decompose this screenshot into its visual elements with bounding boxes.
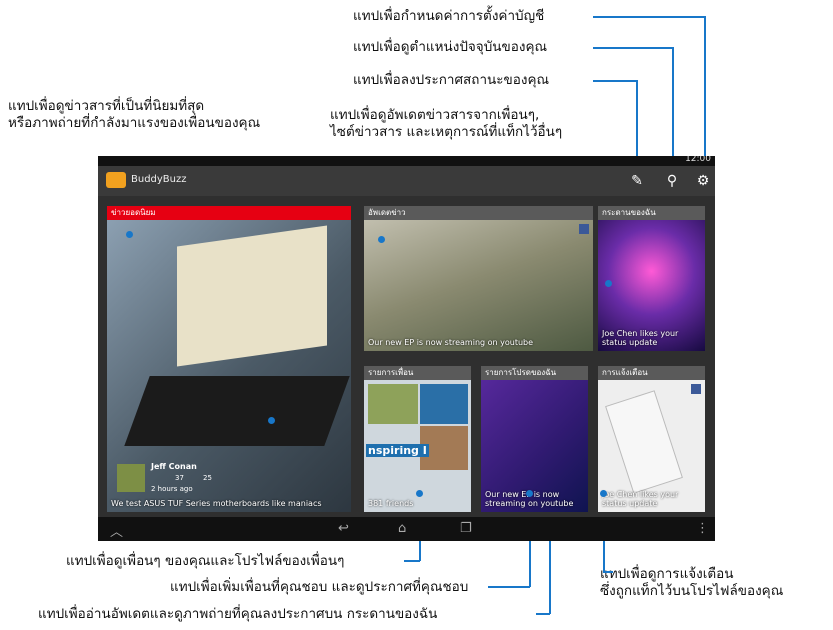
leader-notif-h [603, 571, 613, 573]
callout-updates-line1: แทปเพื่อดูอัพเดตข่าวสารจากเพื่อนๆ, [330, 107, 540, 123]
tile-popular-news[interactable]: ข่าวยอดนิยม Jeff Conan 37 25 2 hours ago… [107, 206, 351, 512]
laptop-keyboard [124, 376, 350, 446]
tile-notifications[interactable]: การแจ้งเตือน Joe Chen likes your status … [598, 366, 705, 512]
status-time: 12:00 [685, 156, 711, 164]
settings-button[interactable]: ⚙ [694, 172, 712, 190]
callout-popular-line2: หรือภาพถ่ายที่กำลังมาแรงของเพื่อนของคุณ [8, 115, 261, 131]
post-likes: 37 [175, 474, 184, 482]
friend-photo-logo [420, 384, 468, 424]
callout-popular: แทปเพื่อดูข่าวสารที่เป็นที่นิยมที่สุด หร… [8, 98, 260, 132]
menu-icon[interactable]: ⋮ [696, 521, 709, 536]
leader-settings-h [593, 16, 705, 18]
leader-friends-h [404, 560, 420, 562]
leader-status-h [593, 80, 637, 82]
callout-notifications-line2: ซึ่งถูกแท็กไว้บนโปรไฟล์ของคุณ [600, 583, 784, 599]
callout-friends-list: แทปเพื่อดูเพื่อนๆ ของคุณและโปรไฟล์ของเพื… [66, 553, 345, 569]
tile-popular-caption: We test ASUS TUF Series motherboards lik… [111, 499, 322, 508]
callout-favorites: แทปเพื่อเพิ่มเพื่อนที่คุณชอบ และดูประกาศ… [170, 579, 469, 595]
recent-apps-icon[interactable]: ❐ [460, 521, 472, 536]
location-button[interactable]: ⚲ [663, 172, 681, 190]
post-comments: 25 [203, 474, 212, 482]
tile-board-caption: Joe Chen likes your status update [602, 329, 679, 347]
callout-location: แทปเพื่อดูตำแหน่งปัจจุบันของคุณ [353, 39, 547, 55]
tile-notifications-header: การแจ้งเตือน [598, 366, 705, 380]
tile-notifications-caption: Joe Chen likes your status update [602, 490, 679, 508]
leader-location-v [672, 47, 674, 167]
callout-post-status: แทปเพื่อลงประกาศสถานะของคุณ [353, 72, 550, 88]
tile-my-board[interactable]: กระดานของฉัน Joe Chen likes your status … [598, 206, 705, 351]
tile-popular-header: ข่าวยอดนิยม [107, 206, 351, 220]
marker-updates [378, 236, 385, 243]
marker-notifications [600, 490, 607, 497]
marker-popular [126, 231, 133, 238]
phone-photo [605, 390, 683, 494]
friends-count: 381 friends [368, 499, 414, 508]
app-logo-icon [106, 172, 126, 188]
marker-board [605, 280, 612, 287]
tile-favorites[interactable]: รายการโปรดของฉัน Our new EP is now strea… [481, 366, 588, 512]
post-status-button[interactable]: ✎ [628, 172, 646, 190]
leader-settings-v [704, 16, 706, 168]
tile-favorites-header: รายการโปรดของฉัน [481, 366, 588, 380]
facebook-icon [691, 384, 701, 394]
status-bar: 12:00 [98, 156, 715, 166]
marker-favorites [526, 490, 533, 497]
callout-notifications-line1: แทปเพื่อดูการแจ้งเตือน [600, 566, 734, 582]
leader-location-h [593, 47, 673, 49]
tile-updates-header: อัพเดตข่าว [364, 206, 593, 220]
post-time: 2 hours ago [151, 485, 193, 493]
tile-favorites-caption: Our new EP is now streaming on youtube [485, 490, 574, 508]
tablet-screen: 12:00 BuddyBuzz ✎ ⚲ ⚙ ข่าวยอดนิยม Jeff C… [98, 156, 715, 541]
back-icon[interactable]: ↩ [338, 521, 349, 536]
avatar [117, 464, 145, 492]
facebook-icon [579, 224, 589, 234]
post-author: Jeff Conan [151, 462, 197, 471]
laptop-screen [177, 225, 327, 367]
nav-bar: ︿ ↩ ⌂ ❐ ⋮ [98, 517, 715, 541]
callout-account-settings: แทปเพื่อกำหนดค่าการตั้งค่าบัญชี [353, 8, 545, 24]
friends-banner: nspiring I [366, 444, 429, 457]
action-bar: BuddyBuzz ✎ ⚲ ⚙ [98, 166, 715, 196]
leader-favorites-h [488, 586, 530, 588]
up-arrow-icon[interactable]: ︿ [110, 521, 123, 540]
callout-popular-line1: แทปเพื่อดูข่าวสารที่เป็นที่นิยมที่สุด [8, 98, 205, 114]
leader-board-h [536, 613, 550, 615]
leader-status-v [636, 80, 638, 168]
tile-board-header: กระดานของฉัน [598, 206, 705, 220]
home-icon[interactable]: ⌂ [398, 521, 406, 536]
callout-notifications: แทปเพื่อดูการแจ้งเตือน ซึ่งถูกแท็กไว้บนโ… [600, 566, 783, 600]
app-title: BuddyBuzz [131, 174, 187, 185]
callout-my-board: แทปเพื่ออ่านอัพเดตและดูภาพถ่ายที่คุณลงปร… [38, 606, 438, 622]
marker-keyboard [268, 417, 275, 424]
tile-news-updates[interactable]: อัพเดตข่าว Our new EP is now streaming o… [364, 206, 593, 351]
callout-updates-line2: ไซต์ข่าวสาร และเหตุการณ์ที่แท็กไว้อื่นๆ [330, 124, 563, 140]
friend-photo-bird [368, 384, 418, 424]
tile-friends-header: รายการเพื่อน [364, 366, 471, 380]
callout-updates: แทปเพื่อดูอัพเดตข่าวสารจากเพื่อนๆ, ไซต์ข… [330, 107, 562, 141]
tile-updates-caption: Our new EP is now streaming on youtube [368, 338, 534, 347]
marker-friends [416, 490, 423, 497]
